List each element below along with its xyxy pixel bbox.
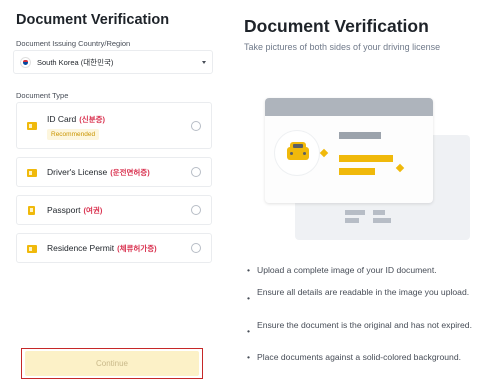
instructions-subtitle: Take pictures of both sides of your driv…	[244, 42, 441, 52]
sparkle-icon	[319, 148, 329, 158]
country-value: South Korea (대한민국)	[37, 57, 114, 67]
page-title: Document Verification	[16, 12, 170, 28]
left-panel: Document Verification Document Issuing C…	[0, 0, 225, 391]
tip-item: • Upload a complete image of your ID docu…	[247, 265, 437, 275]
card-line	[339, 168, 375, 175]
license-icon	[27, 169, 37, 177]
option-passport[interactable]: Passport (여권)	[16, 195, 212, 225]
card-back-line	[373, 218, 391, 223]
country-select[interactable]: South Korea (대한민국)	[13, 50, 213, 74]
car-headlight	[303, 152, 306, 155]
card-back-line	[345, 218, 359, 223]
radio-id-card[interactable]	[191, 121, 201, 131]
option-label: Passport (여권)	[47, 205, 103, 215]
option-residence-permit[interactable]: Residence Permit (체류허가증)	[16, 233, 212, 263]
card-line	[339, 132, 381, 139]
right-panel: Document Verification Take pictures of b…	[225, 0, 500, 391]
tip-item: • Ensure all details are readable in the …	[247, 287, 470, 303]
korea-flag-icon	[20, 56, 31, 68]
option-label: Residence Permit (체류허가증)	[47, 243, 157, 253]
option-label: ID Card (신분증)	[47, 114, 105, 124]
radio-passport[interactable]	[191, 205, 201, 215]
car-window	[293, 144, 303, 148]
card-back-line	[373, 210, 385, 215]
card-header	[265, 98, 433, 116]
id-card-icon	[27, 122, 37, 130]
card-front-illustration	[265, 98, 433, 203]
sparkle-icon	[395, 163, 405, 173]
continue-button[interactable]: Continue	[25, 351, 199, 376]
card-line	[339, 155, 393, 162]
country-label: Document Issuing Country/Region	[16, 39, 131, 48]
tip-item: • Ensure the document is the original and…	[247, 320, 472, 336]
car-headlight	[290, 152, 293, 155]
card-back-line	[345, 210, 365, 215]
document-type-label: Document Type	[16, 91, 69, 100]
tip-item: • Place documents against a solid-colored…	[247, 352, 461, 362]
radio-drivers-license[interactable]	[191, 167, 201, 177]
instructions-title: Document Verification	[244, 16, 429, 36]
chevron-down-icon	[202, 60, 206, 64]
radio-residence-permit[interactable]	[191, 243, 201, 253]
document-illustration	[265, 95, 475, 245]
permit-icon	[27, 245, 37, 253]
option-drivers-license[interactable]: Driver's License (운전면허증)	[16, 157, 212, 187]
option-id-card[interactable]: ID Card (신분증) Recommended	[16, 102, 212, 149]
recommended-badge: Recommended	[47, 129, 100, 140]
passport-icon	[28, 206, 35, 215]
option-label: Driver's License (운전면허증)	[47, 167, 150, 177]
